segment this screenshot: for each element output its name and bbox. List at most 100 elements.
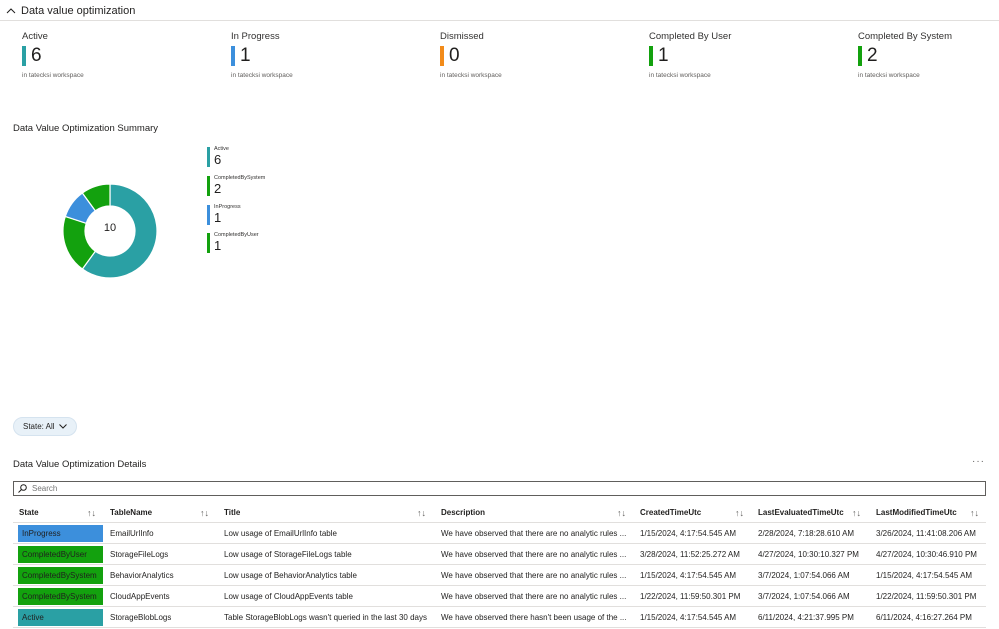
cell-description: We have observed that there are no analy… <box>441 529 627 538</box>
more-options-icon[interactable]: ··· <box>972 456 985 467</box>
legend-item-active[interactable]: Active 6 <box>207 146 229 167</box>
section-title: Data value optimization <box>21 5 136 17</box>
table-row[interactable]: CompletedByUser StorageFileLogs Low usag… <box>13 544 986 565</box>
tile-completed-by-system[interactable]: Completed By System 2 in tatecksi worksp… <box>858 31 998 79</box>
sort-icon[interactable]: ↑↓ <box>852 503 861 523</box>
legend-color-bar <box>207 176 210 196</box>
cell-created: 1/15/2024, 4:17:54.545 AM <box>640 571 737 580</box>
column-header-last-evaluated[interactable]: LastEvaluatedTimeUtc <box>758 503 844 523</box>
details-title: Data Value Optimization Details <box>13 459 147 470</box>
state-chip: CompletedByUser <box>18 546 103 563</box>
search-input[interactable] <box>32 484 932 493</box>
tile-subtitle: in tatecksi workspace <box>440 72 502 79</box>
section-toggle[interactable]: Data value optimization <box>6 3 135 19</box>
sort-icon[interactable]: ↑↓ <box>970 503 979 523</box>
cell-last-evaluated: 2/28/2024, 7:18:28.610 AM <box>758 529 855 538</box>
cell-created: 1/15/2024, 4:17:54.545 AM <box>640 529 737 538</box>
tile-label: In Progress <box>231 31 280 42</box>
tile-value: 1 <box>658 45 669 66</box>
table-row[interactable]: CompletedBySystem BehaviorAnalytics Low … <box>13 565 986 586</box>
tile-subtitle: in tatecksi workspace <box>649 72 711 79</box>
cell-created: 1/22/2024, 11:59:50.301 PM <box>640 592 741 601</box>
cell-last-modified: 4/27/2024, 10:30:46.910 PM <box>876 550 977 559</box>
state-filter-pill[interactable]: State: All <box>13 417 77 436</box>
cell-title: Low usage of EmailUrlInfo table <box>224 529 337 538</box>
column-header-state[interactable]: State <box>19 503 39 523</box>
legend-color-bar <box>207 233 210 253</box>
column-header-title[interactable]: Title <box>224 503 240 523</box>
legend-value: 1 <box>214 238 222 253</box>
column-header-tablename[interactable]: TableName <box>110 503 152 523</box>
cell-last-evaluated: 6/11/2024, 4:21:37.995 PM <box>758 613 854 622</box>
tile-dismissed[interactable]: Dismissed 0 in tatecksi workspace <box>440 31 640 79</box>
tile-completed-by-user[interactable]: Completed By User 1 in tatecksi workspac… <box>649 31 849 79</box>
tile-value: 6 <box>31 45 42 66</box>
state-chip: InProgress <box>18 525 103 542</box>
tile-label: Dismissed <box>440 31 484 42</box>
tile-value: 2 <box>867 45 878 66</box>
tile-color-bar <box>858 46 862 66</box>
legend-value: 2 <box>214 181 222 196</box>
cell-last-evaluated: 3/7/2024, 1:07:54.066 AM <box>758 571 850 580</box>
cell-last-modified: 1/15/2024, 4:17:54.545 AM <box>876 571 973 580</box>
chevron-up-icon <box>6 8 16 14</box>
table-row[interactable]: CompletedBySystem CloudAppEvents Low usa… <box>13 586 986 607</box>
tile-active[interactable]: Active 6 in tatecksi workspace <box>22 31 222 79</box>
legend-value: 6 <box>214 152 222 167</box>
legend-item-completed-by-system[interactable]: CompletedBySystem 2 <box>207 175 265 196</box>
cell-tablename: BehaviorAnalytics <box>110 571 174 580</box>
cell-last-modified: 1/22/2024, 11:59:50.301 PM <box>876 592 977 601</box>
search-box[interactable] <box>13 481 986 496</box>
summary-title: Data Value Optimization Summary <box>13 123 159 134</box>
cell-last-modified: 6/11/2024, 4:16:27.264 PM <box>876 613 972 622</box>
tile-label: Completed By System <box>858 31 952 42</box>
column-header-created[interactable]: CreatedTimeUtc <box>640 503 701 523</box>
cell-description: We have observed that there are no analy… <box>441 550 627 559</box>
legend-value: 1 <box>214 210 222 225</box>
column-header-description[interactable]: Description <box>441 503 485 523</box>
cell-title: Low usage of CloudAppEvents table <box>224 592 353 601</box>
cell-title: Table StorageBlobLogs wasn't queried in … <box>224 613 427 622</box>
sort-icon[interactable]: ↑↓ <box>417 503 426 523</box>
tile-label: Completed By User <box>649 31 732 42</box>
table-row[interactable]: Active StorageBlobLogs Table StorageBlob… <box>13 607 986 628</box>
tile-color-bar <box>649 46 653 66</box>
state-chip: CompletedBySystem <box>18 567 103 584</box>
table-header: State ↑↓ TableName ↑↓ Title ↑↓ Descripti… <box>13 503 986 523</box>
cell-last-evaluated: 3/7/2024, 1:07:54.066 AM <box>758 592 850 601</box>
sort-icon[interactable]: ↑↓ <box>200 503 209 523</box>
legend-color-bar <box>207 147 210 167</box>
table-row[interactable]: InProgress EmailUrlInfo Low usage of Ema… <box>13 523 986 544</box>
divider <box>0 20 999 21</box>
cell-tablename: CloudAppEvents <box>110 592 170 601</box>
cell-tablename: EmailUrlInfo <box>110 529 154 538</box>
state-filter-label: State: All <box>23 422 55 431</box>
state-chip: CompletedBySystem <box>18 588 103 605</box>
tile-subtitle: in tatecksi workspace <box>231 72 293 79</box>
cell-last-evaluated: 4/27/2024, 10:30:10.327 PM <box>758 550 859 559</box>
tile-label: Active <box>22 31 48 42</box>
cell-created: 3/28/2024, 11:52:25.272 AM <box>640 550 740 559</box>
legend-name: CompletedBySystem <box>214 175 266 181</box>
cell-created: 1/15/2024, 4:17:54.545 AM <box>640 613 737 622</box>
details-table: State ↑↓ TableName ↑↓ Title ↑↓ Descripti… <box>13 503 986 628</box>
sort-icon[interactable]: ↑↓ <box>87 503 96 523</box>
tile-value: 1 <box>240 45 251 66</box>
sort-icon[interactable]: ↑↓ <box>735 503 744 523</box>
legend-color-bar <box>207 205 210 225</box>
cell-tablename: StorageBlobLogs <box>110 613 172 622</box>
legend-item-in-progress[interactable]: InProgress 1 <box>207 204 241 225</box>
tile-in-progress[interactable]: In Progress 1 in tatecksi workspace <box>231 31 431 79</box>
chevron-down-icon <box>58 424 67 429</box>
tile-color-bar <box>22 46 26 66</box>
sort-icon[interactable]: ↑↓ <box>617 503 626 523</box>
state-chip: Active <box>18 609 103 626</box>
tile-value: 0 <box>449 45 460 66</box>
search-icon <box>18 484 27 493</box>
cell-title: Low usage of BehaviorAnalytics table <box>224 571 357 580</box>
tile-subtitle: in tatecksi workspace <box>22 72 84 79</box>
donut-total: 10 <box>103 222 117 234</box>
column-header-last-modified[interactable]: LastModifiedTimeUtc <box>876 503 957 523</box>
legend-item-completed-by-user[interactable]: CompletedByUser 1 <box>207 232 259 253</box>
cell-description: We have observed that there are no analy… <box>441 571 627 580</box>
